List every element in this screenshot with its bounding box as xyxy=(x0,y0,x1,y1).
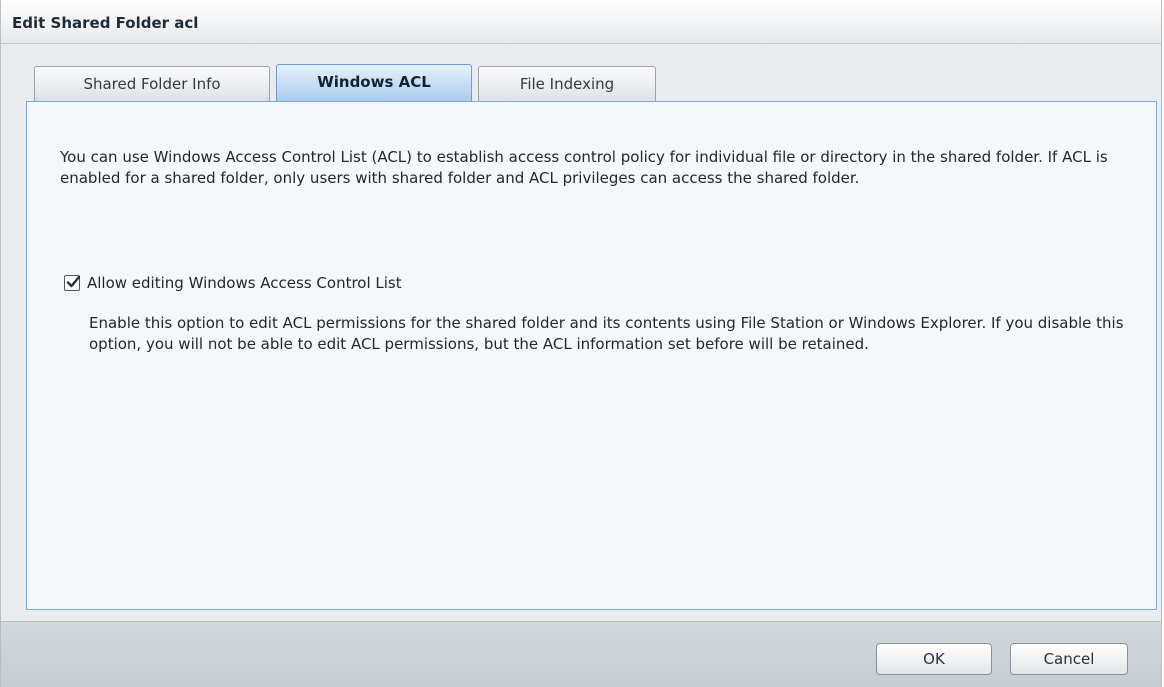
allow-editing-acl-checkbox[interactable] xyxy=(64,275,81,291)
dialog-footer: OK Cancel xyxy=(1,621,1161,687)
allow-editing-acl-label: Allow editing Windows Access Control Lis… xyxy=(87,274,402,292)
cancel-button[interactable]: Cancel xyxy=(1010,643,1128,675)
edit-shared-folder-dialog: Edit Shared Folder acl Shared Folder Inf… xyxy=(0,0,1162,687)
allow-editing-acl-description: Enable this option to edit ACL permissio… xyxy=(89,314,1124,353)
checkmark-icon xyxy=(66,275,81,288)
window-title: Edit Shared Folder acl xyxy=(12,14,199,32)
tab-strip: Shared Folder Info Windows ACL File Inde… xyxy=(11,44,1159,102)
allow-editing-acl-option[interactable]: Allow editing Windows Access Control Lis… xyxy=(64,274,402,292)
acl-intro-text: You can use Windows Access Control List … xyxy=(60,148,1108,187)
tab-panel-windows-acl: You can use Windows Access Control List … xyxy=(26,101,1157,610)
ok-button[interactable]: OK xyxy=(876,643,992,675)
tab-windows-acl[interactable]: Windows ACL xyxy=(276,64,472,102)
tab-file-indexing[interactable]: File Indexing xyxy=(478,66,656,102)
title-bar: Edit Shared Folder acl xyxy=(1,0,1161,44)
tab-shared-folder-info[interactable]: Shared Folder Info xyxy=(34,66,270,102)
